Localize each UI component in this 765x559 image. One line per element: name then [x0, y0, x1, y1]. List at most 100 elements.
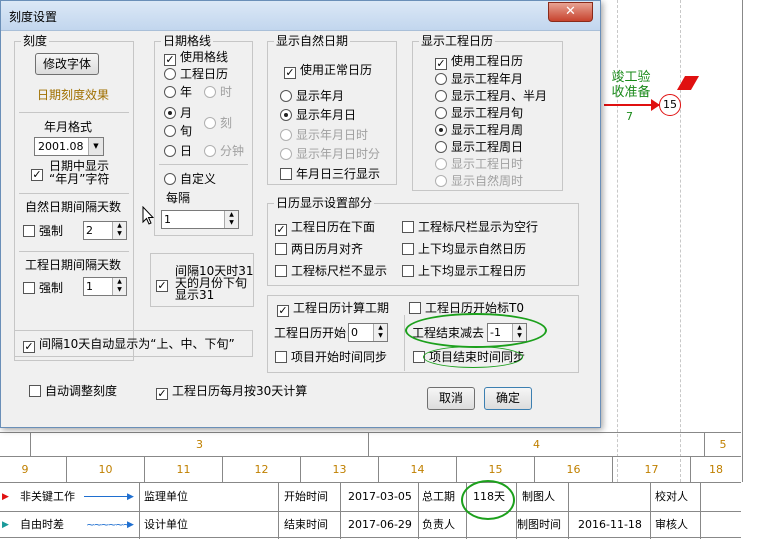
day-cell: 16	[534, 457, 612, 482]
work-interval-stepper[interactable]: 1 ▲ ▼	[83, 277, 127, 296]
month30-checkbox[interactable]: ✓ 工程日历每月按30天计算	[156, 384, 307, 400]
end-time-label: 结束时间	[284, 518, 328, 531]
legend-arrow-head-icon: ▶	[127, 492, 134, 502]
grid-work-cal-radio[interactable]: 工程日历	[164, 67, 228, 81]
dialog-title: 刻度设置	[9, 10, 58, 24]
month-cell: 3	[30, 433, 368, 456]
both-natural-checkbox[interactable]: 上下均显示自然日历	[402, 242, 526, 256]
change-font-button[interactable]: 修改字体	[35, 53, 99, 75]
work-cal-calc-checkbox[interactable]: ✓ 工程日历计算工期	[277, 301, 389, 317]
grid-hour-radio[interactable]: 时	[204, 85, 232, 99]
work-cal-start-stepper[interactable]: 0 ▲ ▼	[348, 323, 388, 342]
supervisor-label: 监理单位	[144, 490, 188, 503]
use-work-calendar-checkbox[interactable]: ✓ 使用工程日历	[435, 54, 523, 70]
highlight-end-minus	[405, 313, 547, 348]
natural-interval-stepper[interactable]: 2 ▲ ▼	[83, 221, 127, 240]
ym-format-select[interactable]: 2001.08 ▼	[34, 137, 104, 156]
grid-line	[680, 0, 681, 482]
work-date-group-title: 显示工程日历	[419, 34, 496, 48]
work-cal-below-checkbox[interactable]: ✓ 工程日历在下面	[275, 220, 375, 236]
work-month-week-radio[interactable]: 显示工程月周	[435, 123, 523, 137]
draw-time-label: 制图时间	[517, 518, 561, 531]
day-cell: 13	[300, 457, 378, 482]
work-ym-radio[interactable]: 显示工程年月	[435, 72, 523, 86]
show-ym-chars-label: 日期中显示 “年月”字符	[49, 159, 110, 186]
natural-week-hour-radio[interactable]: 显示自然周时	[435, 174, 523, 188]
scale-settings-dialog: 刻度设置 ✕ 刻度 修改字体 日期刻度效果 年月格式 2001.08 ▼ ✓ 日…	[0, 0, 601, 428]
grid-line	[742, 0, 743, 482]
day-cell: 18	[690, 457, 741, 482]
grid-ke-radio[interactable]: 刻	[204, 116, 232, 130]
highlight-total-duration	[461, 480, 515, 520]
interval31-checkbox[interactable]: ✓	[156, 276, 172, 292]
day-cell: 12	[222, 457, 300, 482]
calendar-display-group-title: 日历显示设置部分	[274, 196, 375, 210]
day-scale: 9 10 11 12 13 14 15 16 17 18	[0, 456, 741, 482]
day-cell: 10	[66, 457, 144, 482]
two-cal-align-checkbox[interactable]: 两日历月对齐	[275, 242, 363, 256]
auto-xun-checkbox[interactable]: ✓ 间隔10天自动显示为“上、中、下旬”	[23, 337, 235, 353]
scale-group-title: 刻度	[21, 34, 50, 48]
start-time-value: 2017-03-05	[348, 490, 412, 503]
natural-ym-radio[interactable]: 显示年月	[280, 89, 344, 103]
node-circle[interactable]: 15	[659, 94, 681, 116]
reviewer-label: 审核人	[655, 518, 688, 531]
work-ruler-blank-checkbox[interactable]: 工程标尺栏显示为空行	[402, 220, 538, 234]
natural-ymdh-radio[interactable]: 显示年月日时	[280, 128, 368, 142]
grid-month-radio[interactable]: 月	[164, 106, 192, 120]
drawer-label: 制图人	[522, 490, 555, 503]
both-work-checkbox[interactable]: 上下均显示工程日历	[402, 264, 526, 278]
footer-table: ▶ 非关键工作 ▶ ▶ 自由时差 ~~~~~~ ▶ 监理单位 设计单位 开始时间…	[0, 482, 741, 539]
work-cal-start-label: 工程日历开始	[274, 326, 347, 340]
work-week-day-radio[interactable]: 显示工程周日	[435, 140, 523, 154]
close-button[interactable]: ✕	[548, 2, 593, 22]
month-scale: 3 4 5	[0, 432, 741, 456]
calc-divider	[404, 315, 405, 371]
legend-wave-head-icon: ▶	[127, 520, 134, 530]
month-cell: 4	[368, 433, 704, 456]
legend-float-label: 自由时差	[20, 518, 64, 531]
show-ym-chars-checkbox[interactable]: ✓	[31, 165, 47, 181]
total-duration-label: 总工期	[422, 490, 455, 503]
work-month-xun-radio[interactable]: 显示工程月旬	[435, 106, 523, 120]
grid-day-radio[interactable]: 日	[164, 144, 192, 158]
use-normal-calendar-checkbox[interactable]: ✓ 使用正常日历	[284, 63, 372, 79]
day-cell: 14	[378, 457, 456, 482]
grid-interval-stepper[interactable]: 1 ▲ ▼	[161, 210, 239, 229]
work-interval-force-checkbox[interactable]: 强制	[23, 281, 63, 295]
date-scale-effect: 日期刻度效果	[37, 88, 110, 102]
grid-xun-radio[interactable]: 旬	[164, 124, 192, 138]
draw-time-value: 2016-11-18	[578, 518, 642, 531]
legend-critical-icon: ▶	[2, 492, 9, 502]
start-time-label: 开始时间	[284, 490, 328, 503]
dialog-titlebar[interactable]: 刻度设置 ✕	[1, 1, 600, 31]
sync-start-checkbox[interactable]: 项目开始时间同步	[275, 350, 387, 364]
month-cell: 5	[704, 433, 741, 456]
designer-label: 设计单位	[144, 518, 188, 531]
legend-float-icon: ▶	[2, 520, 9, 530]
work-month-half-radio[interactable]: 显示工程月、半月	[435, 89, 547, 103]
highlight-sync-end	[423, 346, 523, 368]
day-cell: 11	[144, 457, 222, 482]
ok-button[interactable]: 确定	[484, 387, 532, 410]
three-line-checkbox[interactable]: 年月日三行显示	[280, 167, 380, 181]
cancel-button[interactable]: 取消	[427, 387, 475, 410]
work-day-hour-radio[interactable]: 显示工程日时	[435, 157, 523, 171]
chevron-down-icon[interactable]: ▼	[88, 138, 103, 155]
natural-ymdhm-radio[interactable]: 显示年月日时分	[280, 147, 380, 161]
grid-minute-radio[interactable]: 分钟	[204, 144, 244, 158]
end-time-value: 2017-06-29	[348, 518, 412, 531]
legend-critical-label: 非关键工作	[20, 490, 75, 503]
grid-custom-radio[interactable]: 自定义	[164, 172, 216, 186]
grid-group-title: 日期格线	[161, 34, 214, 48]
work-ruler-hide-checkbox[interactable]: 工程标尺栏不显示	[275, 264, 387, 278]
use-grid-checkbox[interactable]: ✓ 使用格线	[164, 50, 228, 66]
checker-label: 校对人	[655, 490, 688, 503]
auto-adjust-checkbox[interactable]: 自动调整刻度	[29, 384, 117, 398]
grid-year-radio[interactable]: 年	[164, 85, 192, 99]
ym-format-label: 年月格式	[44, 120, 93, 134]
mouse-cursor-icon	[142, 206, 154, 225]
natural-ymd-radio[interactable]: 显示年月日	[280, 108, 356, 122]
natural-interval-force-checkbox[interactable]: 强制	[23, 224, 63, 238]
owner-label: 负责人	[422, 518, 455, 531]
